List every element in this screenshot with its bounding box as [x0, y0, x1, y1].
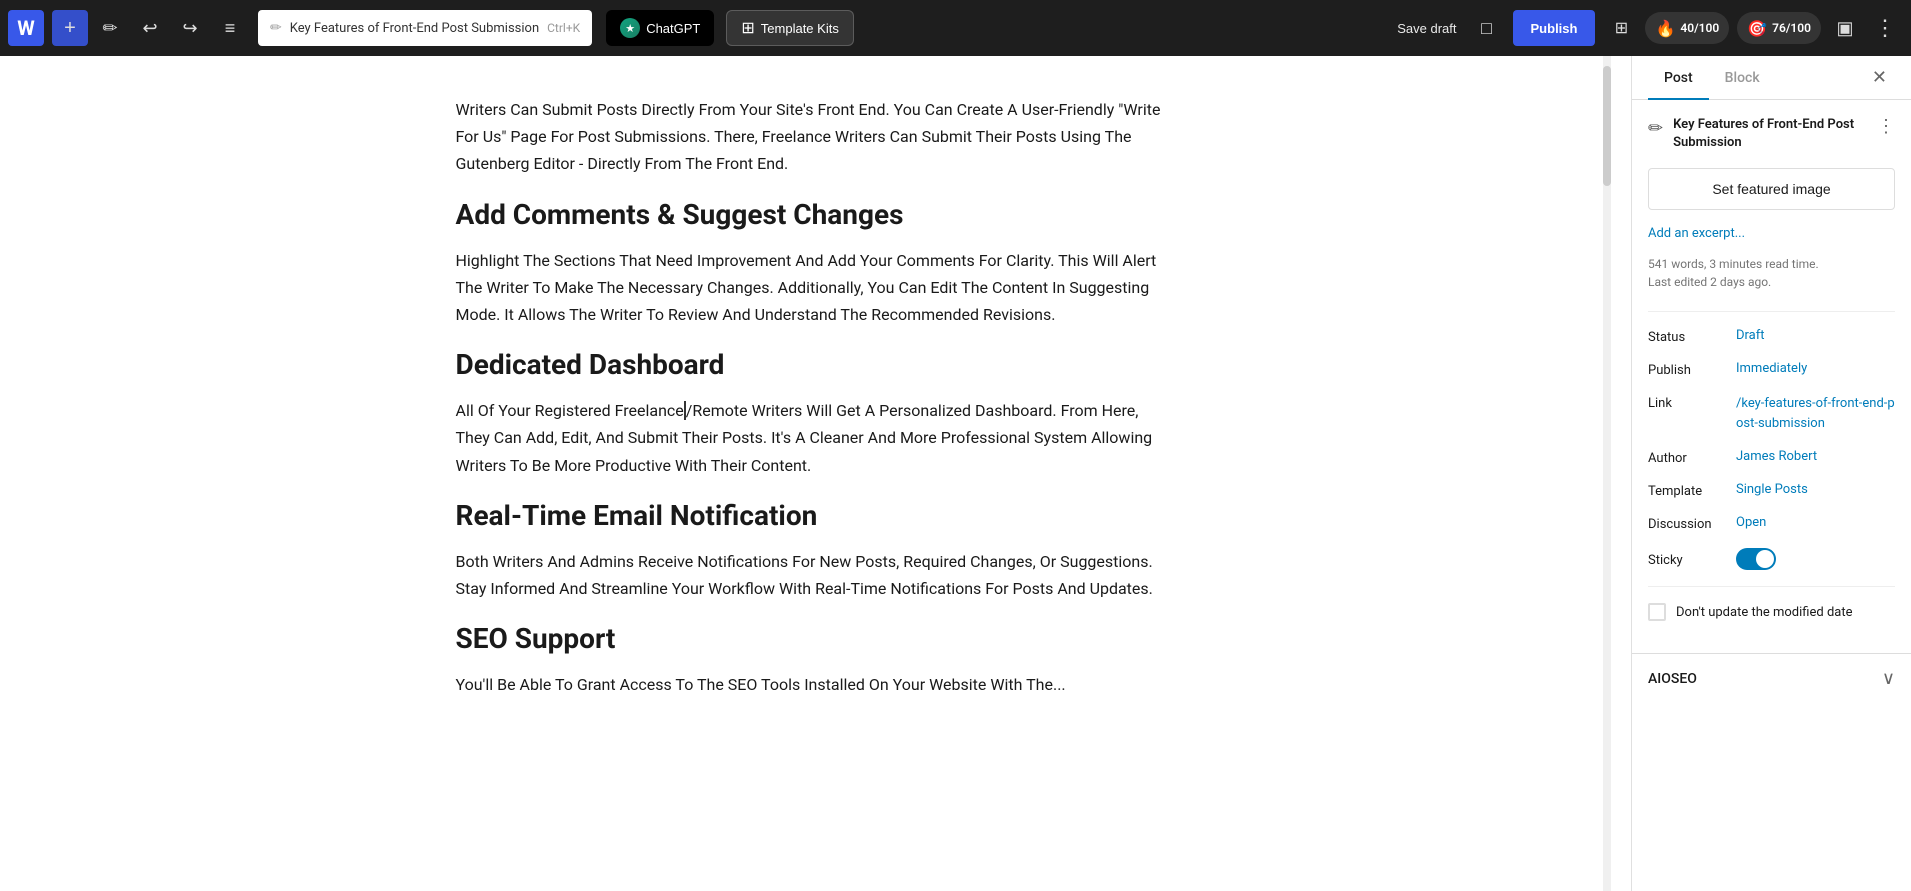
- publish-field: Publish Immediately: [1648, 361, 1895, 378]
- publish-button[interactable]: Publish: [1513, 10, 1596, 46]
- template-kits-label: Template Kits: [761, 21, 839, 36]
- content-paragraph-1: Writers Can Submit Posts Directly From Y…: [456, 96, 1176, 178]
- discussion-value[interactable]: Open: [1736, 515, 1895, 530]
- main-container: Writers Can Submit Posts Directly From Y…: [0, 56, 1911, 891]
- sidebar-divider-1: [1648, 311, 1895, 312]
- status-value[interactable]: Draft: [1736, 328, 1895, 343]
- score-badge-1[interactable]: 🔥 40/100: [1645, 12, 1729, 44]
- score1-icon: 🔥: [1655, 19, 1675, 38]
- content-paragraph-5: You'll Be Able To Grant Access To The SE…: [456, 671, 1176, 698]
- word-count-info: 541 words, 3 minutes read time. Last edi…: [1648, 255, 1895, 291]
- tab-post[interactable]: Post: [1648, 56, 1709, 100]
- chatgpt-button[interactable]: ★ ChatGPT: [606, 10, 714, 46]
- content-paragraph-4: Both Writers And Admins Receive Notifica…: [456, 548, 1176, 602]
- dont-update-date-row: Don't update the modified date: [1648, 603, 1895, 621]
- status-label: Status: [1648, 328, 1728, 345]
- pen-icon: ✏: [270, 20, 282, 36]
- template-kits-button[interactable]: ⊞ Template Kits: [726, 10, 853, 46]
- tools-button[interactable]: ✏: [92, 10, 128, 46]
- scrollbar-thumb[interactable]: [1603, 66, 1611, 186]
- doc-menu-button[interactable]: ⋮: [1877, 116, 1895, 137]
- sticky-field: Sticky: [1648, 548, 1895, 570]
- document-overview-button[interactable]: ≡: [212, 10, 248, 46]
- template-kits-icon: ⊞: [741, 18, 754, 38]
- toggle-track[interactable]: [1736, 548, 1776, 570]
- content-wrapper: Writers Can Submit Posts Directly From Y…: [456, 96, 1176, 698]
- wp-logo-icon[interactable]: W: [8, 10, 44, 46]
- content-heading-1: Add Comments & Suggest Changes: [456, 198, 1176, 231]
- view-button[interactable]: □: [1469, 10, 1505, 46]
- content-heading-4: SEO Support: [456, 622, 1176, 655]
- template-value[interactable]: Single Posts: [1736, 482, 1895, 497]
- document-title: Key Features of Front-End Post Submissio…: [1673, 116, 1867, 152]
- post-title-text: Key Features of Front-End Post Submissio…: [290, 21, 539, 36]
- publish-label: Publish: [1648, 361, 1728, 378]
- more-options-button[interactable]: ⋮: [1867, 10, 1903, 46]
- editor-scrollbar[interactable]: [1603, 56, 1611, 891]
- content-paragraph-3: All Of Your Registered Freelance/Remote …: [456, 397, 1176, 479]
- set-featured-image-button[interactable]: Set featured image: [1648, 168, 1895, 210]
- content-paragraph-2: Highlight The Sections That Need Improve…: [456, 247, 1176, 329]
- template-label: Template: [1648, 482, 1728, 499]
- score-badge-2[interactable]: 🎯 76/100: [1737, 12, 1821, 44]
- sidebar-tabs: Post Block ✕: [1632, 56, 1911, 100]
- sidebar: Post Block ✕ ✏ Key Features of Front-End…: [1631, 56, 1911, 891]
- toolbar: W + ✏ ↩ ↪ ≡ ✏ Key Features of Front-End …: [0, 0, 1911, 56]
- dont-update-date-checkbox[interactable]: [1648, 603, 1666, 621]
- add-block-button[interactable]: +: [52, 10, 88, 46]
- sidebar-close-button[interactable]: ✕: [1864, 56, 1895, 99]
- content-heading-3: Real-Time Email Notification: [456, 499, 1176, 532]
- shortcut-hint: Ctrl+K: [547, 21, 580, 35]
- status-field: Status Draft: [1648, 328, 1895, 345]
- toggle-thumb: [1756, 550, 1774, 568]
- chatgpt-icon: ★: [620, 18, 640, 38]
- dont-update-date-label: Don't update the modified date: [1676, 605, 1853, 620]
- aioseo-section[interactable]: AIOSEO ∨: [1632, 653, 1911, 703]
- author-label: Author: [1648, 449, 1728, 466]
- score1-value: 40/100: [1680, 21, 1719, 35]
- aioseo-chevron-icon: ∨: [1882, 668, 1895, 689]
- document-icon: ✏: [1648, 118, 1663, 139]
- score2-value: 76/100: [1772, 21, 1811, 35]
- editor-area[interactable]: Writers Can Submit Posts Directly From Y…: [0, 56, 1631, 891]
- redo-button[interactable]: ↪: [172, 10, 208, 46]
- text-cursor: [684, 401, 686, 420]
- author-value[interactable]: James Robert: [1736, 449, 1895, 464]
- post-title-bar[interactable]: ✏ Key Features of Front-End Post Submiss…: [258, 10, 592, 46]
- publish-value[interactable]: Immediately: [1736, 361, 1895, 376]
- link-field: Link /key-features-of-front-end-post-sub…: [1648, 394, 1895, 433]
- discussion-field: Discussion Open: [1648, 515, 1895, 532]
- add-excerpt-link[interactable]: Add an excerpt...: [1648, 226, 1895, 241]
- tab-block[interactable]: Block: [1709, 56, 1776, 100]
- score2-icon: 🎯: [1747, 19, 1767, 38]
- discussion-label: Discussion: [1648, 515, 1728, 532]
- undo-button[interactable]: ↩: [132, 10, 168, 46]
- sticky-toggle[interactable]: [1736, 548, 1776, 570]
- sidebar-content: ✏ Key Features of Front-End Post Submiss…: [1632, 100, 1911, 653]
- link-value[interactable]: /key-features-of-front-end-post-submissi…: [1736, 394, 1895, 433]
- content-heading-2: Dedicated Dashboard: [456, 348, 1176, 381]
- template-field: Template Single Posts: [1648, 482, 1895, 499]
- pattern-button[interactable]: ⊞: [1603, 10, 1639, 46]
- author-field: Author James Robert: [1648, 449, 1895, 466]
- aioseo-label: AIOSEO: [1648, 671, 1697, 687]
- chatgpt-label: ChatGPT: [646, 21, 700, 36]
- sticky-label: Sticky: [1648, 551, 1728, 568]
- doc-header: ✏ Key Features of Front-End Post Submiss…: [1648, 116, 1895, 152]
- sidebar-divider-2: [1648, 586, 1895, 587]
- save-draft-button[interactable]: Save draft: [1389, 21, 1464, 36]
- mobile-view-button[interactable]: ▣: [1827, 10, 1863, 46]
- link-label: Link: [1648, 394, 1728, 411]
